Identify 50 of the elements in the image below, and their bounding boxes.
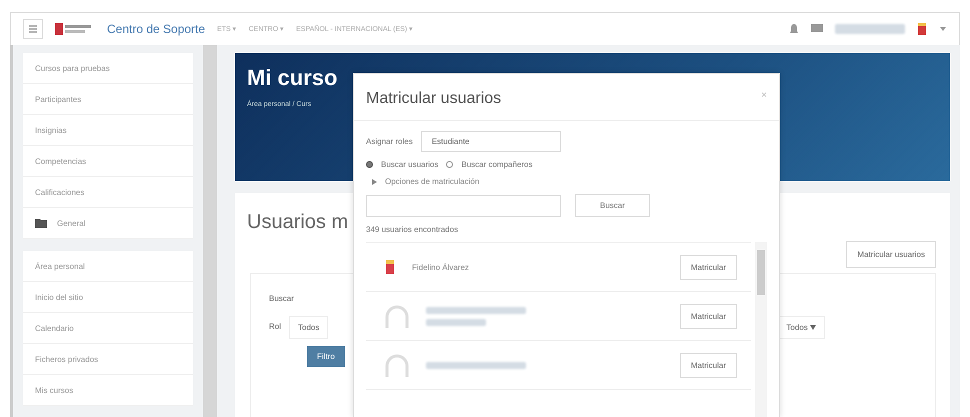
redacted-username	[835, 24, 905, 34]
radio-button[interactable]	[366, 161, 373, 168]
folder-icon	[35, 218, 47, 228]
course-title: Mi curso	[247, 65, 338, 91]
sidebar-item[interactable]: Mis cursos	[35, 386, 74, 394]
assign-roles-label: Asignar roles	[366, 137, 413, 146]
page-heading: Usuarios m	[247, 211, 348, 234]
enrol-button[interactable]: Matricular	[680, 304, 737, 328]
role-select[interactable]: Todos	[289, 316, 328, 339]
close-button[interactable]: ×	[761, 90, 767, 101]
radio-label[interactable]: Buscar usuarios	[381, 160, 438, 169]
site-name[interactable]: Centro de Soporte	[107, 22, 206, 36]
user-picture-icon	[384, 259, 396, 275]
role-select[interactable]: Estudiante	[420, 131, 560, 152]
sidebar-item[interactable]: Inicio del sitio	[35, 292, 84, 302]
results-count: 349 usuarios encontrados	[366, 225, 460, 234]
role-label: Rol	[269, 322, 282, 331]
search-field[interactable]	[366, 194, 561, 216]
filter-button[interactable]: Filtro	[307, 346, 345, 367]
menu-button[interactable]	[23, 19, 43, 39]
enrol-users-button[interactable]: Matricular usuarios	[846, 241, 936, 268]
menu-icon	[28, 24, 38, 34]
sidebar-item[interactable]: Área personal	[35, 262, 85, 270]
expand-icon[interactable]	[372, 178, 377, 184]
sidebar-item[interactable]: Ficheros privados	[35, 354, 98, 364]
sidebar-item[interactable]: Competencias	[35, 156, 86, 166]
dialog-title: Matricular usuarios	[366, 90, 502, 108]
scrollbar[interactable]	[755, 242, 767, 417]
default-avatar-icon	[384, 352, 410, 378]
sidebar-item[interactable]: Insignias	[35, 126, 67, 134]
avatar-icon[interactable]	[917, 22, 927, 36]
radio-label[interactable]: Buscar compañeros	[461, 160, 533, 169]
sidebar-item[interactable]: General	[57, 218, 86, 228]
radio-button[interactable]	[446, 161, 454, 168]
scrollbar[interactable]	[203, 45, 217, 417]
sidebar-item[interactable]: Calificaciones	[35, 188, 84, 196]
sidebar-item[interactable]: Calendario	[35, 324, 74, 332]
search-button[interactable]: Buscar	[575, 194, 650, 217]
bell-icon[interactable]	[789, 23, 799, 35]
caret-icon[interactable]	[939, 26, 947, 32]
enrol-button[interactable]: Matricular	[680, 254, 737, 280]
sidebar-item[interactable]: Cursos para pruebas	[35, 64, 110, 72]
options-toggle[interactable]: Opciones de matriculación	[385, 177, 480, 186]
enrol-button[interactable]: Matricular	[680, 352, 737, 378]
redacted-name	[426, 318, 486, 326]
sidebar-item[interactable]: Participantes	[35, 94, 82, 104]
caret-icon	[810, 325, 816, 330]
search-label: Buscar	[269, 294, 294, 303]
user-name: Fidelino Álvarez	[412, 262, 470, 272]
default-avatar-icon	[384, 303, 410, 329]
